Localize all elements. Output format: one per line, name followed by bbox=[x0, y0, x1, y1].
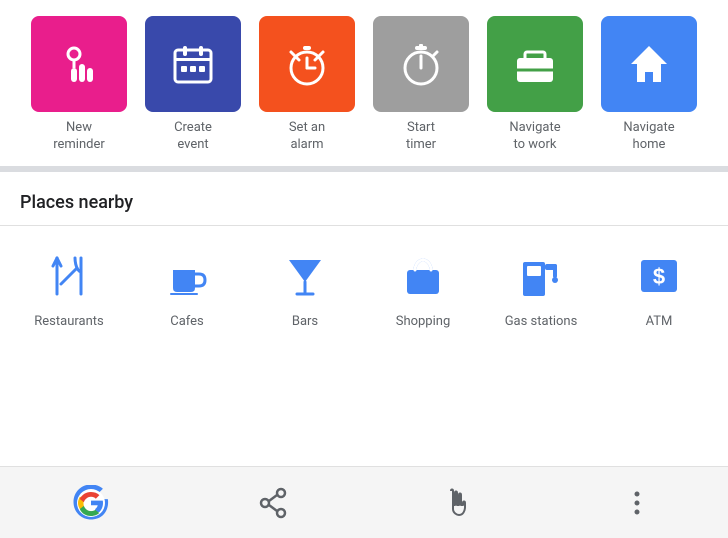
shortcuts-panel: Newreminder Createevent bbox=[0, 0, 728, 166]
shortcut-create-event[interactable]: Createevent bbox=[138, 16, 248, 154]
places-panel: Places nearby Restaurants bbox=[0, 172, 728, 466]
shortcut-label-navigate-work: Navigateto work bbox=[509, 120, 560, 154]
atm-icon: $ bbox=[629, 246, 689, 306]
event-icon bbox=[145, 16, 241, 112]
svg-text:$: $ bbox=[653, 264, 665, 289]
gas-station-icon bbox=[511, 246, 571, 306]
shortcut-set-alarm[interactable]: Set analarm bbox=[252, 16, 362, 154]
place-label-bars: Bars bbox=[292, 314, 318, 329]
shortcuts-row: Newreminder Createevent bbox=[8, 16, 720, 154]
place-label-cafes: Cafes bbox=[170, 314, 204, 329]
google-button[interactable] bbox=[67, 479, 115, 527]
more-button[interactable] bbox=[613, 479, 661, 527]
bars-icon bbox=[275, 246, 335, 306]
restaurants-icon bbox=[39, 246, 99, 306]
reminder-icon bbox=[31, 16, 127, 112]
place-label-restaurants: Restaurants bbox=[34, 314, 103, 329]
touch-button[interactable] bbox=[431, 479, 479, 527]
work-icon bbox=[487, 16, 583, 112]
place-label-shopping: Shopping bbox=[396, 314, 451, 329]
places-title: Places nearby bbox=[0, 172, 728, 225]
shortcut-label-start-timer: Starttimer bbox=[406, 120, 436, 154]
place-atm[interactable]: $ ATM bbox=[600, 246, 718, 329]
timer-icon bbox=[373, 16, 469, 112]
shortcut-navigate-work[interactable]: Navigateto work bbox=[480, 16, 590, 154]
shortcut-label-set-alarm: Set analarm bbox=[289, 120, 325, 154]
shortcut-label-create-event: Createevent bbox=[174, 120, 212, 154]
shortcut-new-reminder[interactable]: Newreminder bbox=[24, 16, 134, 154]
shopping-icon bbox=[393, 246, 453, 306]
shortcut-navigate-home[interactable]: Navigatehome bbox=[594, 16, 704, 154]
places-row: Restaurants Cafes bbox=[0, 226, 728, 339]
place-shopping[interactable]: Shopping bbox=[364, 246, 482, 329]
share-button[interactable] bbox=[249, 479, 297, 527]
place-restaurants[interactable]: Restaurants bbox=[10, 246, 128, 329]
place-gas-stations[interactable]: Gas stations bbox=[482, 246, 600, 329]
place-cafes[interactable]: Cafes bbox=[128, 246, 246, 329]
shortcut-label-new-reminder: Newreminder bbox=[53, 120, 105, 154]
place-bars[interactable]: Bars bbox=[246, 246, 364, 329]
shortcut-label-navigate-home: Navigatehome bbox=[623, 120, 674, 154]
cafes-icon bbox=[157, 246, 217, 306]
place-label-atm: ATM bbox=[646, 314, 673, 329]
place-label-gas-stations: Gas stations bbox=[505, 314, 578, 329]
home-icon bbox=[601, 16, 697, 112]
shortcut-start-timer[interactable]: Starttimer bbox=[366, 16, 476, 154]
alarm-icon bbox=[259, 16, 355, 112]
bottom-nav-bar bbox=[0, 466, 728, 538]
